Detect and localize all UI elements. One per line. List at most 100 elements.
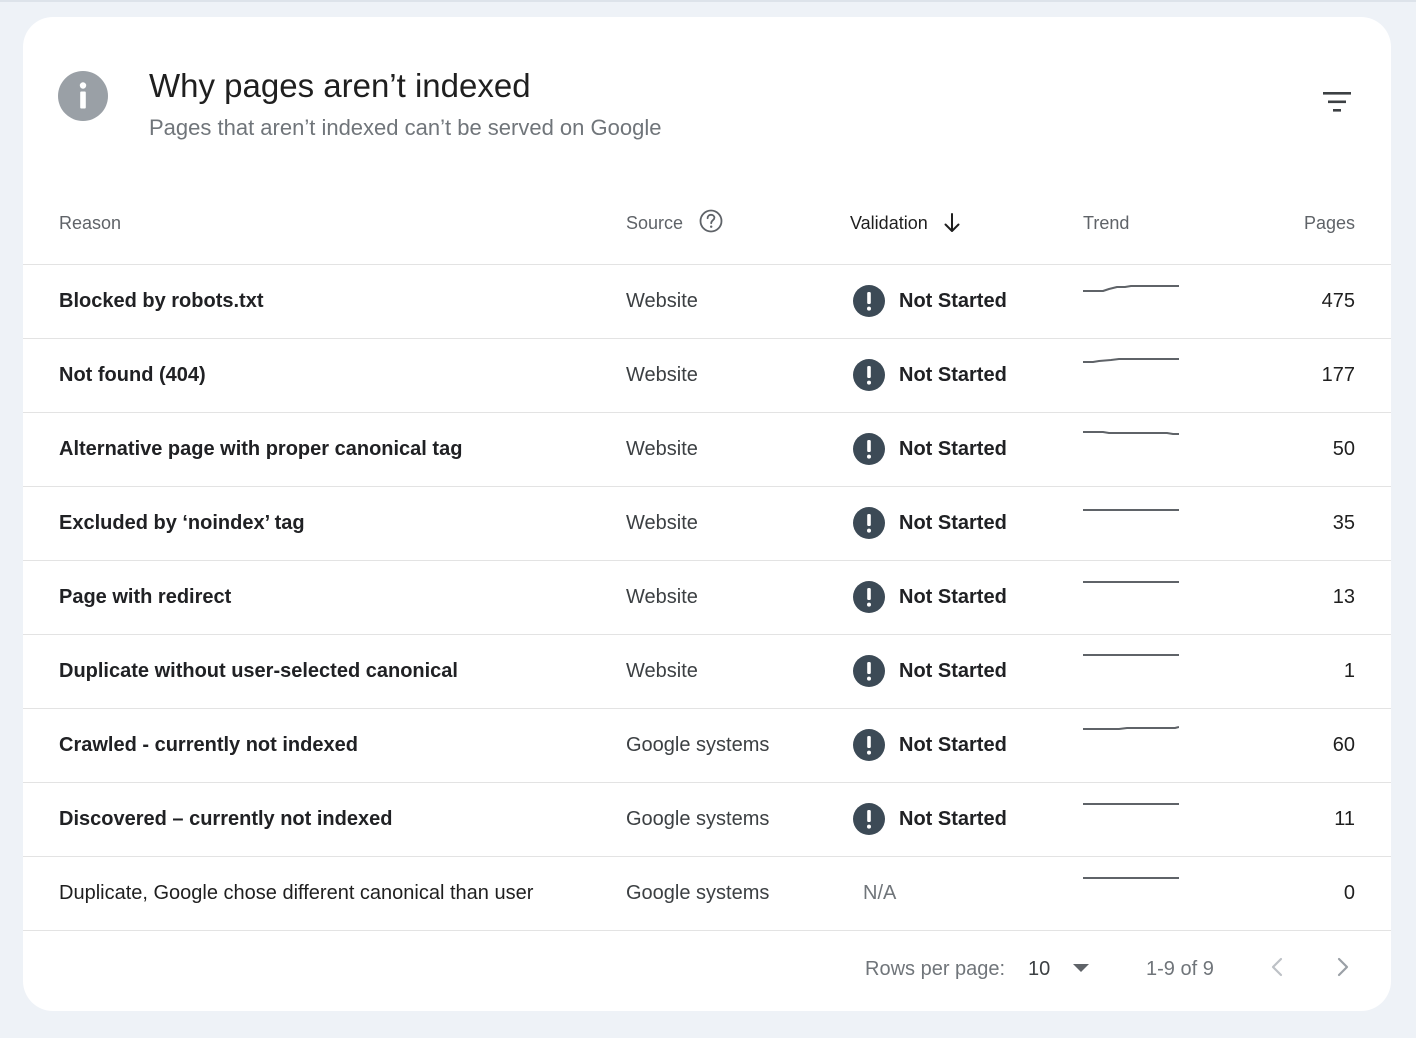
table-row[interactable]: Alternative page with proper canonical t… <box>23 413 1391 487</box>
pages-cell: 1 <box>1343 660 1355 682</box>
trend-cell <box>1083 561 1179 634</box>
trend-cell <box>1083 709 1179 782</box>
pagination-range: 1-9 of 9 <box>1146 958 1214 980</box>
validation-status-text: Not Started <box>899 734 1007 756</box>
pages-cell: 11 <box>1334 808 1355 830</box>
trend-cell <box>1083 857 1179 930</box>
help-icon[interactable] <box>698 208 724 234</box>
alert-icon <box>853 655 885 687</box>
validation-status-text: Not Started <box>899 586 1007 608</box>
validation-cell: Not Started <box>853 339 1073 412</box>
caret-down-icon[interactable] <box>1071 960 1091 976</box>
table-row[interactable]: Page with redirect Website Not Started 13 <box>23 561 1391 635</box>
table-row[interactable]: Not found (404) Website Not Started 177 <box>23 339 1391 413</box>
reason-cell: Duplicate, Google chose different canoni… <box>59 882 534 904</box>
trend-sparkline <box>1083 726 1179 730</box>
alert-icon <box>853 507 885 539</box>
reason-cell: Duplicate without user-selected canonica… <box>59 660 458 682</box>
trend-line <box>1083 726 1179 730</box>
trend-line <box>1083 358 1179 363</box>
filter-icon[interactable] <box>1320 85 1354 119</box>
card-title: Why pages aren’t indexed <box>149 67 531 104</box>
trend-line <box>1083 285 1179 292</box>
validation-cell: Not Started <box>853 487 1073 560</box>
column-header-reason[interactable]: Reason <box>59 211 121 235</box>
validation-status-text: Not Started <box>899 660 1007 682</box>
reason-cell: Discovered – currently not indexed <box>59 808 393 830</box>
trend-cell <box>1083 487 1179 560</box>
trend-sparkline <box>1083 431 1179 435</box>
validation-status-text: Not Started <box>899 290 1007 312</box>
top-edge <box>0 0 1416 2</box>
source-cell: Website <box>626 290 698 312</box>
alert-icon <box>853 581 885 613</box>
trend-line <box>1083 431 1179 435</box>
table-row[interactable]: Duplicate without user-selected canonica… <box>23 635 1391 709</box>
trend-sparkline <box>1083 509 1179 511</box>
table-body: Blocked by robots.txt Website Not Started 4… <box>23 265 1391 931</box>
chevron-left-icon[interactable] <box>1263 952 1291 982</box>
source-cell: Website <box>626 660 698 682</box>
alert-icon <box>853 803 885 835</box>
table-row[interactable]: Duplicate, Google chose different canoni… <box>23 857 1391 931</box>
validation-status-text: Not Started <box>899 808 1007 830</box>
source-cell: Website <box>626 512 698 534</box>
trend-cell <box>1083 339 1179 412</box>
not-indexed-card: Why pages aren’t indexed Pages that aren… <box>23 17 1391 1011</box>
chevron-right-icon[interactable] <box>1329 952 1357 982</box>
column-header-pages[interactable]: Pages <box>1304 211 1355 235</box>
column-header-source[interactable]: Source <box>626 211 683 235</box>
source-cell: Website <box>626 586 698 608</box>
trend-sparkline <box>1083 654 1179 656</box>
reason-cell: Crawled - currently not indexed <box>59 734 358 756</box>
validation-status-text: Not Started <box>899 512 1007 534</box>
validation-status-text: Not Started <box>899 438 1007 460</box>
source-cell: Website <box>626 364 698 386</box>
reason-cell: Page with redirect <box>59 586 232 608</box>
table-header: Reason Source Validation Trend Pages <box>23 199 1391 265</box>
trend-sparkline <box>1083 581 1179 583</box>
trend-sparkline <box>1083 803 1179 805</box>
table-row[interactable]: Blocked by robots.txt Website Not Started 4… <box>23 265 1391 339</box>
arrow-down-icon[interactable] <box>941 211 963 235</box>
rows-per-page-value[interactable]: 10 <box>1028 956 1050 982</box>
pages-cell: 475 <box>1321 290 1355 312</box>
trend-sparkline <box>1083 358 1179 363</box>
source-cell: Website <box>626 438 698 460</box>
trend-sparkline <box>1083 285 1179 292</box>
validation-cell: Not Started <box>853 709 1073 782</box>
reason-cell: Not found (404) <box>59 364 206 386</box>
trend-cell <box>1083 783 1179 856</box>
validation-cell: Not Started <box>853 635 1073 708</box>
validation-cell: Not Started <box>853 783 1073 856</box>
trend-cell <box>1083 265 1179 338</box>
table-row[interactable]: Crawled - currently not indexed Google sy… <box>23 709 1391 783</box>
reason-cell: Excluded by ‘noindex’ tag <box>59 512 305 534</box>
reason-cell: Alternative page with proper canonical t… <box>59 438 463 460</box>
table-row[interactable]: Excluded by ‘noindex’ tag Website Not Star… <box>23 487 1391 561</box>
info-icon <box>58 71 108 121</box>
trend-sparkline <box>1083 877 1179 879</box>
column-header-validation[interactable]: Validation <box>850 211 928 235</box>
validation-cell: N/A <box>853 857 1073 930</box>
pages-cell: 0 <box>1343 882 1355 904</box>
validation-status-text: N/A <box>863 882 897 904</box>
pages-cell: 35 <box>1332 512 1355 534</box>
validation-status-text: Not Started <box>899 364 1007 386</box>
pagination-footer: Rows per page: 10 1-9 of 9 <box>23 928 1391 1011</box>
alert-icon <box>853 729 885 761</box>
pages-cell: 177 <box>1321 364 1355 386</box>
source-cell: Google systems <box>626 808 770 830</box>
rows-per-page-label: Rows per page: <box>865 958 1006 980</box>
trend-cell <box>1083 413 1179 486</box>
pages-cell: 50 <box>1332 438 1355 460</box>
alert-icon <box>853 433 885 465</box>
reason-cell: Blocked by robots.txt <box>59 290 264 312</box>
card-subtitle: Pages that aren’t indexed can’t be serve… <box>149 115 662 140</box>
validation-cell: Not Started <box>853 265 1073 338</box>
source-cell: Google systems <box>626 882 770 904</box>
pages-cell: 60 <box>1332 734 1355 756</box>
column-header-trend: Trend <box>1083 213 1130 233</box>
table-row[interactable]: Discovered – currently not indexed Google… <box>23 783 1391 857</box>
validation-cell: Not Started <box>853 413 1073 486</box>
